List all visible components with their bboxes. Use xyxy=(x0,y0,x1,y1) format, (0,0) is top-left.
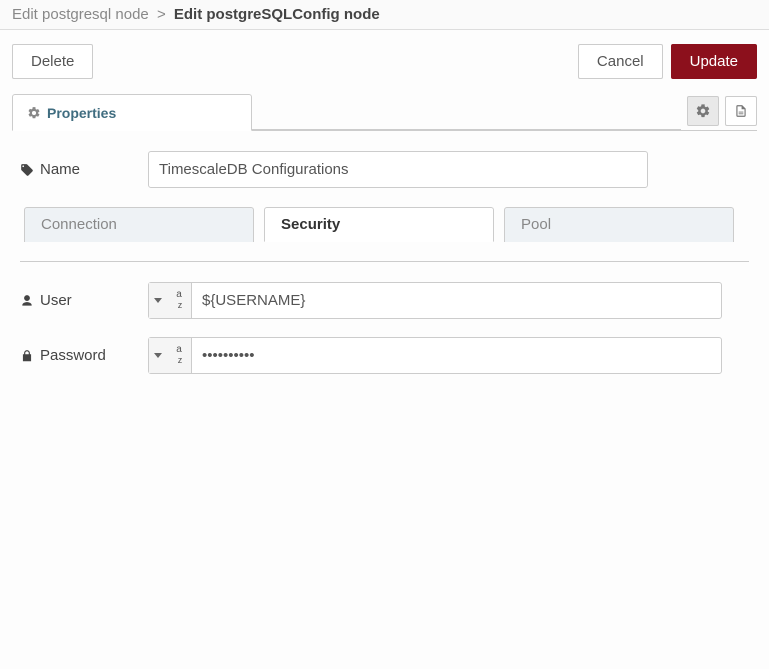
breadcrumb-parent[interactable]: Edit postgresql node xyxy=(12,6,149,23)
editor-tabstrip: Properties xyxy=(12,93,757,131)
breadcrumb: Edit postgresql node > Edit postgreSQLCo… xyxy=(0,0,769,30)
toolbar: Delete Cancel Update xyxy=(0,30,769,93)
name-label: Name xyxy=(20,161,148,178)
string-type-icon: az xyxy=(167,286,191,315)
gear-icon xyxy=(27,106,41,120)
tab-connection[interactable]: Connection xyxy=(24,207,254,242)
caret-down-icon xyxy=(154,353,162,358)
tab-properties-label: Properties xyxy=(47,105,116,121)
caret-down-icon xyxy=(154,298,162,303)
user-type-selector[interactable]: az xyxy=(149,283,192,318)
sub-tabstrip: Connection Security Pool xyxy=(24,206,749,241)
settings-toggle-button[interactable] xyxy=(687,96,719,126)
description-toggle-button[interactable] xyxy=(725,96,757,126)
user-icon xyxy=(20,294,34,308)
gear-icon xyxy=(695,103,711,119)
breadcrumb-separator: > xyxy=(157,6,166,23)
user-row: User az xyxy=(20,282,749,319)
update-button[interactable]: Update xyxy=(671,44,757,79)
breadcrumb-current: Edit postgreSQLConfig node xyxy=(174,6,380,23)
file-icon xyxy=(734,103,748,119)
password-typed-input: az xyxy=(148,337,722,374)
password-type-selector[interactable]: az xyxy=(149,338,192,373)
name-row: Name xyxy=(20,151,749,188)
password-row: Password az xyxy=(20,337,749,374)
tab-properties[interactable]: Properties xyxy=(12,94,252,131)
delete-button[interactable]: Delete xyxy=(12,44,93,79)
user-input[interactable] xyxy=(192,283,721,318)
string-type-icon: az xyxy=(167,341,191,370)
tag-icon xyxy=(20,163,34,177)
user-typed-input: az xyxy=(148,282,722,319)
password-input[interactable] xyxy=(192,338,721,373)
user-label: User xyxy=(20,292,148,309)
cancel-button[interactable]: Cancel xyxy=(578,44,663,79)
lock-icon xyxy=(20,349,34,363)
name-input[interactable] xyxy=(148,151,648,188)
password-label: Password xyxy=(20,347,148,364)
tab-pool[interactable]: Pool xyxy=(504,207,734,242)
tab-security[interactable]: Security xyxy=(264,207,494,242)
